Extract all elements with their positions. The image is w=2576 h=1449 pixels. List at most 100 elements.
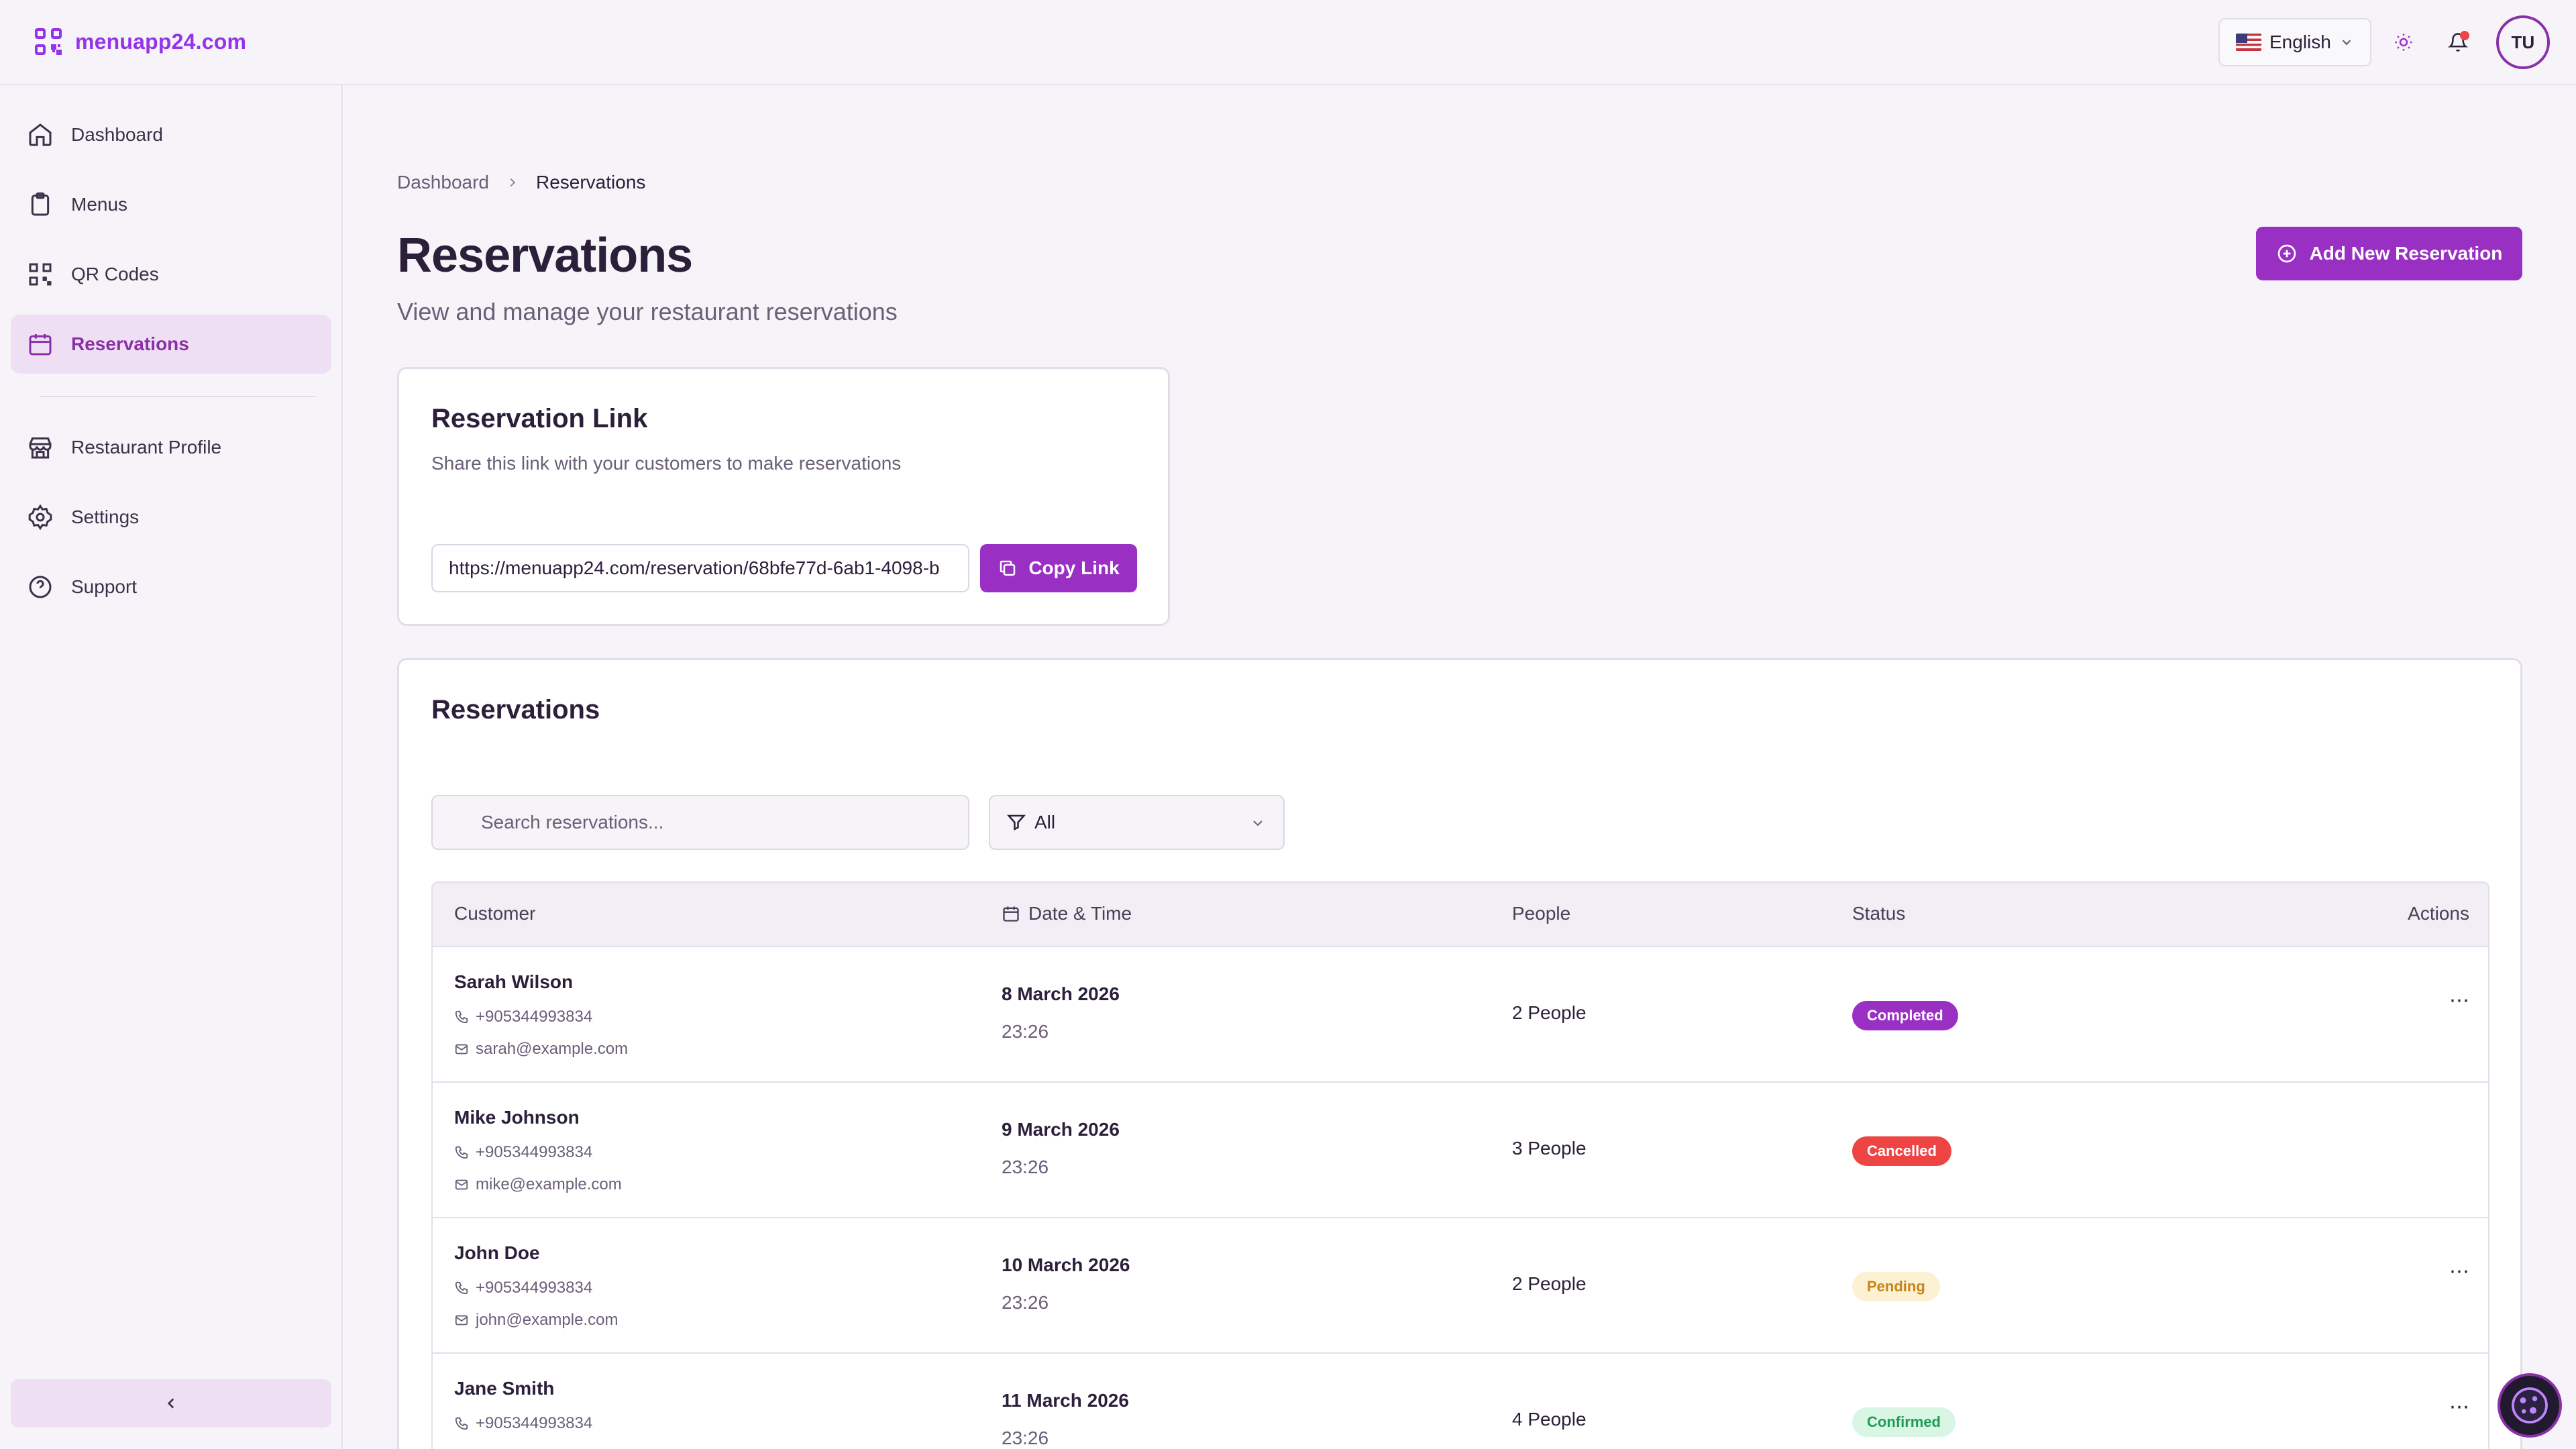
column-label: People (1512, 903, 1571, 924)
sidebar-item-support[interactable]: Support (11, 557, 331, 616)
page-subtitle: View and manage your restaurant reservat… (397, 298, 898, 325)
add-new-reservation-button[interactable]: Add New Reservation (2256, 227, 2522, 280)
us-flag-icon (2236, 34, 2261, 51)
sidebar-item-label: Reservations (71, 333, 189, 354)
row-actions-button[interactable]: ⋯ (2449, 1395, 2470, 1419)
breadcrumb-dashboard-link[interactable]: Dashboard (397, 172, 489, 193)
sidebar-item-label: Settings (71, 506, 140, 527)
filter-icon (1006, 814, 1026, 831)
search-placeholder: Search reservations... (481, 812, 664, 833)
chevron-right-icon (510, 178, 516, 187)
table-row[interactable]: Mike Johnson +905344993834 mike@example.… (433, 1083, 2488, 1218)
column-label: Status (1852, 903, 1906, 924)
customer-email: sarah@example.com (454, 1040, 628, 1059)
sidebar-item-menus[interactable]: Menus (11, 175, 331, 234)
notification-dot (2460, 31, 2469, 40)
column-customer: Customer (454, 903, 535, 924)
people-count: 2 People (1512, 1002, 1587, 1023)
sidebar-divider (40, 396, 315, 397)
email-text: mike@example.com (476, 1175, 622, 1193)
sidebar-item-label: Support (71, 576, 138, 597)
customer-email: john@example.com (454, 1311, 618, 1330)
phone-icon (455, 1010, 468, 1024)
copy-link-button[interactable]: Copy Link (980, 544, 1137, 592)
cookie-settings-button[interactable] (2498, 1373, 2562, 1438)
sidebar-item-reservations[interactable]: Reservations (11, 315, 331, 374)
phone-icon (455, 1146, 468, 1159)
reservation-time: 23:26 (1002, 1428, 1049, 1448)
reservation-time: 23:26 (1002, 1292, 1049, 1313)
qr-code-icon (35, 28, 62, 55)
table-row[interactable]: John Doe +905344993834 john@example.com … (433, 1218, 2488, 1354)
clipboard-icon (31, 192, 50, 216)
status-badge: Completed (1852, 1001, 1958, 1030)
column-status: Status (1852, 903, 1905, 924)
cookie-icon (2512, 1387, 2548, 1424)
row-actions-button[interactable]: ⋯ (2449, 1260, 2470, 1283)
people-count: 2 People (1512, 1273, 1587, 1294)
copy-link-label: Copy Link (1028, 557, 1120, 578)
reservation-time: 23:26 (1002, 1021, 1049, 1042)
sidebar-item-settings[interactable]: Settings (11, 488, 331, 547)
table-row[interactable]: Jane Smith +905344993834 11 March 2026 2… (433, 1354, 2488, 1449)
reservation-time: 23:26 (1002, 1157, 1049, 1177)
reservation-date: 9 March 2026 (1002, 1119, 1120, 1140)
breadcrumb-current: Reservations (535, 172, 646, 193)
store-icon (29, 437, 52, 459)
column-label: Date & Time (1028, 903, 1132, 924)
reservation-date: 11 March 2026 (1002, 1390, 1129, 1411)
filter-value: All (1034, 812, 1056, 833)
sidebar-item-qr-codes[interactable]: QR Codes (11, 245, 331, 304)
table-header: Customer Date & Time People Status Actio… (433, 883, 2488, 947)
chevron-left-icon (167, 1398, 174, 1409)
top-header: menuapp24.com English TU (0, 0, 2576, 85)
mail-icon (455, 1315, 468, 1326)
plus-circle-icon (2277, 244, 2296, 263)
reservation-url-field[interactable]: https://menuapp24.com/reservation/68bfe7… (431, 544, 969, 592)
sun-icon (2395, 34, 2412, 51)
sidebar: Dashboard Menus QR Codes Reservations Re… (0, 85, 343, 1449)
theme-toggle-button[interactable] (2388, 27, 2419, 58)
notifications-button[interactable] (2443, 27, 2473, 58)
customer-email: mike@example.com (454, 1175, 622, 1194)
language-selector[interactable]: English (2218, 18, 2371, 66)
status-filter-select[interactable]: All (989, 795, 1285, 850)
table-row[interactable]: Sarah Wilson +905344993834 sarah@example… (433, 947, 2488, 1083)
sidebar-item-restaurant-profile[interactable]: Restaurant Profile (11, 418, 331, 477)
language-label: English (2269, 32, 2331, 52)
chevron-down-icon (2342, 40, 2351, 46)
mail-icon (455, 1179, 468, 1190)
sidebar-item-label: Restaurant Profile (71, 437, 222, 458)
customer-phone: +905344993834 (454, 1279, 592, 1297)
customer-name: John Doe (454, 1242, 540, 1263)
row-actions-button[interactable]: ⋯ (2449, 989, 2470, 1012)
help-circle-icon (29, 576, 52, 598)
logo[interactable]: menuapp24.com (32, 25, 246, 58)
phone-text: +905344993834 (476, 1279, 593, 1297)
sidebar-item-label: Dashboard (71, 124, 163, 145)
sidebar-item-label: QR Codes (71, 264, 159, 284)
reservation-date: 8 March 2026 (1002, 983, 1120, 1004)
sidebar-item-dashboard[interactable]: Dashboard (11, 105, 331, 164)
mail-icon (455, 1044, 468, 1055)
collapse-sidebar-button[interactable] (11, 1379, 331, 1428)
chevron-down-icon (1253, 820, 1263, 826)
customer-name: Sarah Wilson (454, 971, 574, 992)
calendar-icon (29, 334, 52, 356)
customer-phone: +905344993834 (454, 1414, 592, 1433)
column-people: People (1512, 903, 1570, 924)
phone-icon (455, 1281, 468, 1295)
people-count: 3 People (1512, 1138, 1587, 1159)
customer-name: Jane Smith (454, 1378, 555, 1399)
copy-icon (1000, 560, 1016, 576)
card-description: Share this link with your customers to m… (431, 453, 902, 474)
column-actions: Actions (2408, 903, 2469, 924)
status-badge: Pending (1852, 1272, 1940, 1301)
qr-code-icon (29, 263, 52, 286)
column-date-time: Date & Time (1002, 903, 1132, 924)
search-input[interactable]: Search reservations... (431, 795, 969, 850)
customer-phone: +905344993834 (454, 1143, 592, 1162)
avatar[interactable]: TU (2496, 15, 2550, 69)
sidebar-item-label: Menus (71, 194, 128, 215)
card-title: Reservation Link (431, 404, 648, 433)
